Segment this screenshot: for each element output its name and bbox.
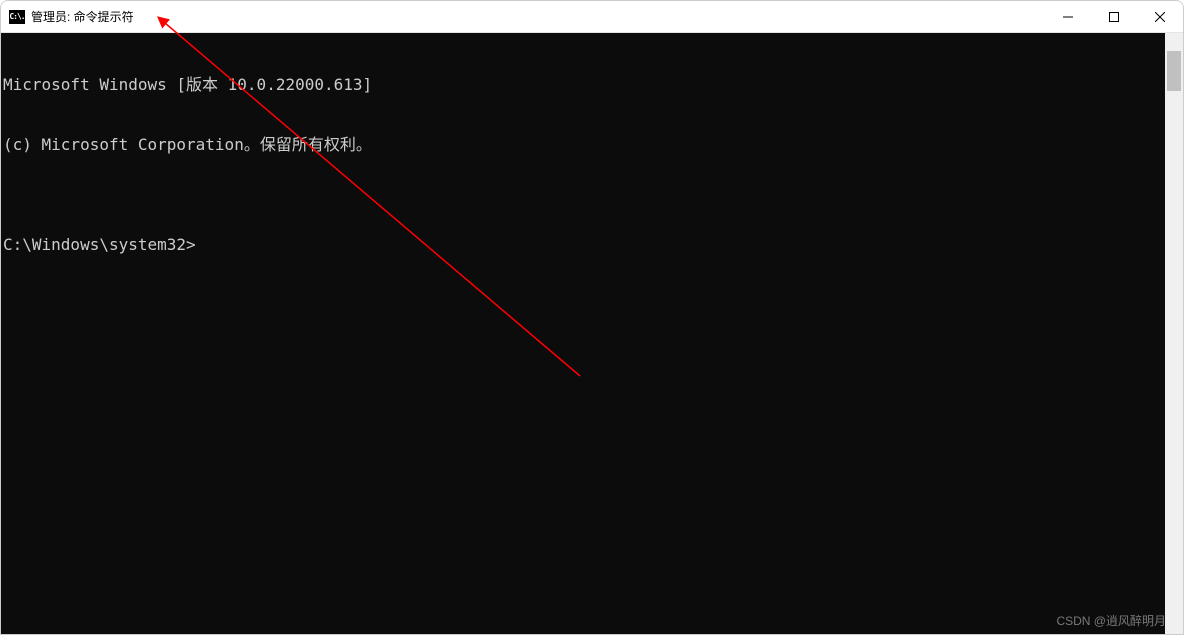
terminal-line-version: Microsoft Windows [版本 10.0.22000.613] — [3, 75, 1165, 95]
close-button[interactable] — [1137, 1, 1183, 32]
titlebar-left: C:\. 管理员: 命令提示符 — [1, 8, 134, 25]
scrollbar-thumb[interactable] — [1167, 51, 1181, 91]
window-title: 管理员: 命令提示符 — [31, 8, 134, 25]
maximize-button[interactable] — [1091, 1, 1137, 32]
vertical-scrollbar[interactable] — [1165, 33, 1183, 634]
maximize-icon — [1109, 12, 1119, 22]
watermark: CSDN @逍风醉明月 — [1056, 612, 1166, 629]
titlebar[interactable]: C:\. 管理员: 命令提示符 — [1, 1, 1183, 33]
cmd-icon: C:\. — [9, 10, 25, 24]
minimize-button[interactable] — [1045, 1, 1091, 32]
content-area: Microsoft Windows [版本 10.0.22000.613] (c… — [1, 33, 1183, 634]
close-icon — [1155, 12, 1165, 22]
terminal-prompt: C:\Windows\system32> — [3, 235, 1165, 255]
window-controls — [1045, 1, 1183, 32]
minimize-icon — [1063, 12, 1073, 22]
terminal-output[interactable]: Microsoft Windows [版本 10.0.22000.613] (c… — [1, 33, 1165, 634]
command-prompt-window: C:\. 管理员: 命令提示符 Microsoft Windows [版本 10… — [0, 0, 1184, 635]
terminal-line-copyright: (c) Microsoft Corporation。保留所有权利。 — [3, 135, 1165, 155]
